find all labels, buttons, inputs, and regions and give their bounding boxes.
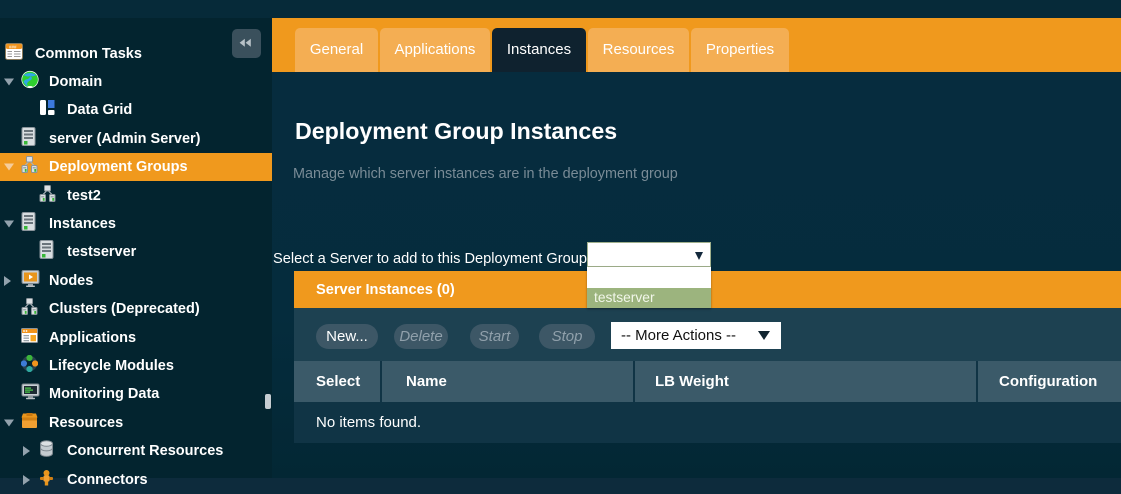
svg-text:###: ### <box>9 44 17 49</box>
